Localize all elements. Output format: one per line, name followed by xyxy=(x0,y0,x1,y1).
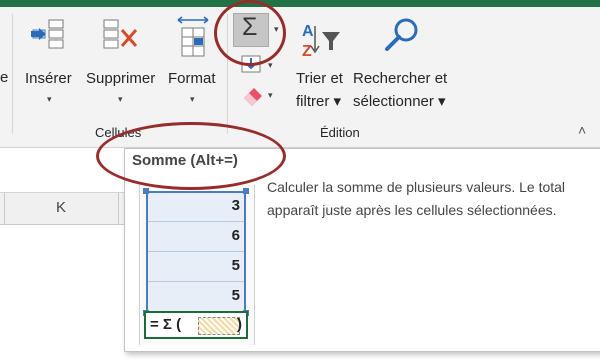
find-label-line1: Rechercher et xyxy=(353,70,448,87)
editing-group-label: Édition xyxy=(320,125,360,140)
magnifier-icon xyxy=(385,18,418,51)
example-value: 5 xyxy=(231,257,240,274)
column-divider xyxy=(4,193,5,224)
delete-button[interactable]: Supprimer ▾ xyxy=(84,14,162,114)
sort-label-line1: Trier et xyxy=(296,70,343,87)
annotation-circle-autosum xyxy=(214,0,286,66)
tooltip-description: Calculer la somme de plusieurs valeurs. … xyxy=(267,179,566,218)
selection-handle xyxy=(243,188,249,194)
selection-handle xyxy=(143,188,149,194)
truncated-label: e xyxy=(0,69,9,86)
range-placeholder xyxy=(198,317,240,335)
sum-formula-suffix: ) xyxy=(237,316,242,333)
insert-label: Insérer xyxy=(25,70,72,87)
sort-filter-button[interactable]: A Z Trier et filtrer ▾ xyxy=(292,14,352,114)
clear-button[interactable]: ▾ xyxy=(240,84,276,108)
collapse-ribbon-icon[interactable]: ˄ xyxy=(578,122,586,138)
example-value: 6 xyxy=(231,227,240,244)
annotation-circle-tooltip-title xyxy=(96,122,286,190)
delete-cells-icon xyxy=(103,19,138,49)
find-label-line2: sélectionner ▾ xyxy=(353,93,446,110)
column-divider xyxy=(118,193,119,224)
example-illustration: 3 6 5 5 = Σ ( ) xyxy=(139,185,255,345)
delete-label: Supprimer xyxy=(86,70,156,87)
group-separator xyxy=(12,14,13,134)
sum-result-cell: = Σ ( ) xyxy=(144,311,248,339)
insert-button[interactable]: Insérer ▾ xyxy=(21,14,81,114)
sum-formula-prefix: = Σ ( xyxy=(150,316,182,333)
chevron-down-icon: ▾ xyxy=(118,94,123,104)
chevron-down-icon: ▾ xyxy=(47,94,52,104)
chevron-down-icon: ▾ xyxy=(190,94,195,104)
sort-label-line2: filtrer ▾ xyxy=(296,93,342,110)
svg-text:A: A xyxy=(302,23,314,40)
chevron-down-icon: ▾ xyxy=(268,60,273,70)
row-line xyxy=(148,251,244,252)
example-value: 3 xyxy=(231,197,240,214)
find-select-button[interactable]: Rechercher et sélectionner ▾ xyxy=(352,14,452,114)
eraser-icon xyxy=(244,88,262,106)
format-cells-icon xyxy=(177,16,209,57)
sort-filter-icon: A Z xyxy=(302,23,340,60)
title-bar-strip xyxy=(0,0,600,7)
row-line xyxy=(148,281,244,282)
chevron-down-icon: ▾ xyxy=(268,90,273,100)
column-header-k[interactable]: K xyxy=(56,199,66,216)
insert-cells-icon xyxy=(31,19,64,49)
svg-text:Z: Z xyxy=(302,43,312,60)
format-label: Format xyxy=(168,70,216,87)
row-line xyxy=(148,221,244,222)
example-value: 5 xyxy=(231,287,240,304)
